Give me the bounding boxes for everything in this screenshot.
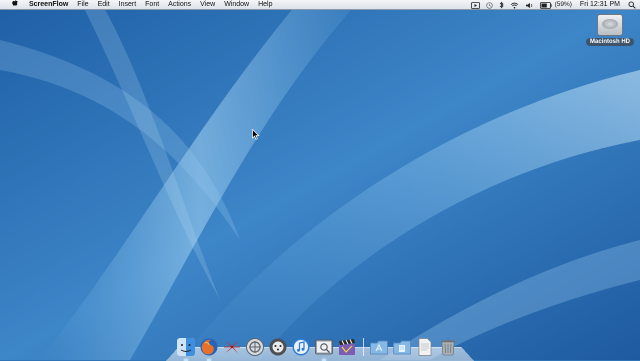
menu-insert[interactable]: Insert xyxy=(119,0,137,10)
mouse-pointer-icon xyxy=(252,129,260,140)
menu-file[interactable]: File xyxy=(77,0,88,10)
menu-clock[interactable]: Fri 12:31 PM xyxy=(580,0,620,10)
pinwheel-app-icon[interactable] xyxy=(222,337,242,357)
battery-icon[interactable] xyxy=(539,0,552,10)
menu-view[interactable]: View xyxy=(200,0,215,10)
hd-label: Macintosh HD xyxy=(585,38,634,46)
finder-icon[interactable] xyxy=(176,337,196,361)
logic-app-icon[interactable] xyxy=(268,337,288,357)
hard-drive-icon[interactable] xyxy=(597,14,623,36)
applications-folder-icon[interactable] xyxy=(369,337,389,357)
menu-font[interactable]: Font xyxy=(145,0,159,10)
trash-icon[interactable] xyxy=(438,337,458,357)
menu-edit[interactable]: Edit xyxy=(98,0,110,10)
menu-help[interactable]: Help xyxy=(258,0,272,10)
wifi-icon[interactable] xyxy=(510,0,519,10)
macintosh-hd-desktop-icon[interactable]: Macintosh HD xyxy=(584,12,636,46)
network-utility-icon[interactable] xyxy=(245,337,265,357)
menu-extras: (59%) Fri 12:31 PM xyxy=(465,0,636,10)
document-file-icon[interactable] xyxy=(415,337,435,357)
bluetooth-icon[interactable] xyxy=(499,0,504,10)
menu-window[interactable]: Window xyxy=(224,0,249,10)
firefox-icon[interactable] xyxy=(199,337,219,361)
dock xyxy=(176,331,461,361)
menu-bar: ScreenFlow File Edit Insert Font Actions… xyxy=(0,0,640,10)
preview-app-icon[interactable] xyxy=(314,337,334,361)
battery-percentage: (59%) xyxy=(554,1,572,8)
volume-icon[interactable] xyxy=(525,0,534,10)
dock-separator xyxy=(363,338,364,356)
spotlight-icon[interactable] xyxy=(628,0,636,10)
menu-app-name[interactable]: ScreenFlow xyxy=(29,0,68,10)
apple-icon[interactable] xyxy=(10,0,20,10)
desktop-wallpaper xyxy=(0,0,640,360)
itunes-icon[interactable] xyxy=(291,337,311,357)
clapper-app-icon[interactable] xyxy=(337,337,357,357)
time-machine-icon[interactable] xyxy=(485,0,493,10)
screen-record-icon[interactable] xyxy=(470,0,480,10)
menu-actions[interactable]: Actions xyxy=(168,0,191,10)
documents-folder-icon[interactable] xyxy=(392,337,412,357)
